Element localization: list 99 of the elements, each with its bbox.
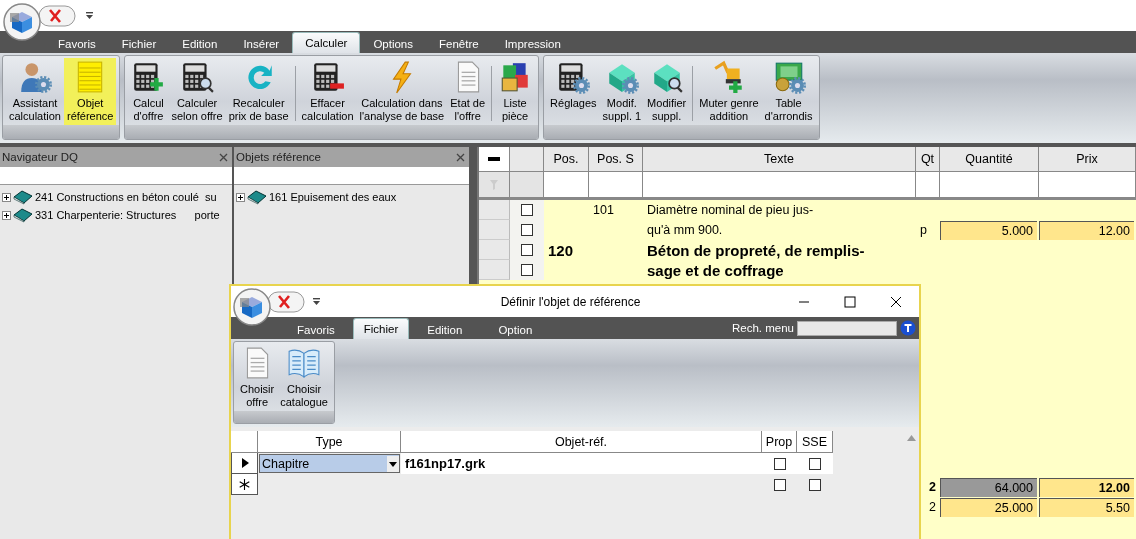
table-cell: f161np17.grk [405, 456, 486, 471]
ribbon-tab[interactable]: Fichier [352, 318, 410, 339]
customize-icon[interactable] [313, 297, 320, 306]
table-cell: 120 [548, 241, 574, 259]
ribbon-tab[interactable]: Options [360, 33, 426, 53]
tree-item[interactable]: 241 Constructions en béton coulé su [35, 191, 217, 203]
expand-icon[interactable] [2, 210, 11, 220]
ribbon-tab[interactable]: Edition [409, 319, 481, 339]
panel-title: Objets référence [236, 151, 321, 163]
calculator-magnifier-icon [180, 60, 215, 94]
ribbon-tab[interactable]: Option [480, 319, 551, 339]
table-cell: 64.000 [940, 478, 1037, 497]
ribbon-tab[interactable]: Favoris [279, 319, 353, 339]
calculator-gear-icon [556, 60, 591, 94]
filter-field[interactable] [916, 172, 940, 200]
ribbon-button[interactable]: Calcul d'offre [128, 58, 169, 125]
ribbon-tab[interactable]: Fenêtre [426, 33, 492, 53]
ribbon-button[interactable]: Liste pièce [495, 58, 536, 125]
type-dropdown[interactable]: Chapitre [259, 454, 400, 473]
ribbon-button[interactable]: Recalculer prix de base [225, 58, 292, 125]
ribbon-button[interactable]: Choisir catalogue [277, 344, 331, 411]
search-field[interactable] [234, 167, 469, 185]
customize-icon[interactable] [86, 11, 93, 20]
filter-field[interactable] [544, 172, 589, 200]
column-header[interactable]: Pos. S [589, 147, 643, 172]
window-title: Définir l'objet de référence [499, 294, 642, 309]
table-cell: 2 [929, 500, 936, 514]
checkbox[interactable] [773, 478, 786, 491]
undo-button[interactable] [267, 290, 305, 313]
panel-title: Navigateur DQ [2, 151, 79, 163]
ribbon-tab[interactable]: Impression [491, 33, 574, 53]
ribbon-button[interactable]: Assistant calculation [6, 58, 64, 125]
row-header[interactable] [231, 453, 258, 474]
column-header[interactable]: Prop [762, 431, 797, 453]
row-header[interactable] [231, 474, 258, 495]
table-cell: Béton de propreté, de remplis- [647, 241, 865, 259]
ribbon-button[interactable]: Modif. suppl. 1 [599, 58, 645, 125]
checkbox[interactable] [521, 264, 533, 276]
checkbox[interactable] [773, 457, 786, 470]
table-cell: Diamètre nominal de pieu jus- [647, 203, 814, 217]
calculator-plus-icon [131, 60, 166, 94]
table-cell: 5.50 [1039, 498, 1134, 517]
row-header [231, 431, 258, 453]
table-cell: sage et de coffrage [647, 261, 784, 279]
expand-icon[interactable] [236, 192, 245, 202]
table-cell: p [920, 223, 927, 237]
ribbon-button[interactable]: Choisir offre [237, 344, 278, 411]
table-cell: 25.000 [940, 498, 1037, 517]
filter-field[interactable] [643, 172, 916, 200]
table-cell: 5.000 [940, 221, 1037, 240]
book-icon [13, 189, 33, 205]
ribbon-button[interactable]: Modifier suppl. [644, 58, 690, 125]
search-field[interactable] [0, 167, 232, 185]
search-label: Rech. menu [732, 322, 794, 334]
checkbox[interactable] [521, 204, 533, 216]
tree-item[interactable]: 331 Charpenterie: Structures porte [35, 209, 220, 221]
ribbon-button[interactable]: Réglages [547, 58, 600, 125]
book-icon [13, 207, 33, 223]
table-cell: qu'à mm 900. [647, 223, 723, 237]
column-header[interactable]: Objet-réf. [401, 431, 762, 453]
column-header[interactable]: Prix [1039, 147, 1136, 172]
info-icon[interactable] [900, 320, 916, 336]
column-header[interactable]: Texte [643, 147, 916, 172]
table-cell: 12.00 [1039, 478, 1134, 497]
person-gear-icon [18, 60, 52, 94]
column-header[interactable]: Pos. [544, 147, 589, 172]
ribbon-button[interactable]: Muter genre addition [696, 58, 762, 125]
filter-field[interactable] [1039, 172, 1136, 200]
column-header[interactable]: Type [258, 431, 401, 453]
expand-icon[interactable] [2, 192, 11, 202]
undo-button[interactable] [38, 4, 76, 27]
ribbon-button[interactable]: Effacer calculation [298, 58, 357, 125]
filter-field[interactable] [589, 172, 643, 200]
checkbox[interactable] [809, 457, 821, 470]
search-field[interactable] [797, 320, 897, 336]
caret-icon [387, 455, 399, 472]
ribbon-button[interactable]: Objet référence [64, 58, 117, 125]
checkbox[interactable] [521, 224, 533, 236]
ribbon-tab[interactable]: Fichier [108, 33, 170, 53]
ribbon-button[interactable]: Etat de l'offre [447, 58, 489, 125]
ribbon-tab[interactable]: Favoris [45, 33, 109, 53]
ribbon-button[interactable]: Calculation dans l'analyse de base [356, 58, 448, 125]
table-cell: 12.00 [1039, 221, 1134, 240]
tree-item[interactable]: 161 Epuisement des eaux [269, 191, 397, 203]
ribbon-tab[interactable]: Edition [169, 33, 231, 53]
ribbon-button[interactable]: Table d'arrondis [761, 58, 816, 125]
table-cell: 2 [929, 480, 936, 494]
table-cell: 101 [593, 203, 614, 217]
column-header[interactable]: Qt [916, 147, 940, 172]
ribbon-tab[interactable]: Insérer [230, 33, 293, 53]
column-header[interactable]: Quantité [940, 147, 1039, 172]
checkbox[interactable] [521, 244, 533, 256]
ribbon-button[interactable]: Calculer selon offre [168, 58, 226, 125]
book-icon [247, 189, 267, 205]
column-header[interactable] [510, 147, 544, 172]
column-header[interactable]: SSE [797, 431, 833, 453]
ribbon-tab[interactable]: Calculer [292, 32, 361, 53]
filter-field[interactable] [940, 172, 1039, 200]
checkbox[interactable] [809, 478, 821, 491]
